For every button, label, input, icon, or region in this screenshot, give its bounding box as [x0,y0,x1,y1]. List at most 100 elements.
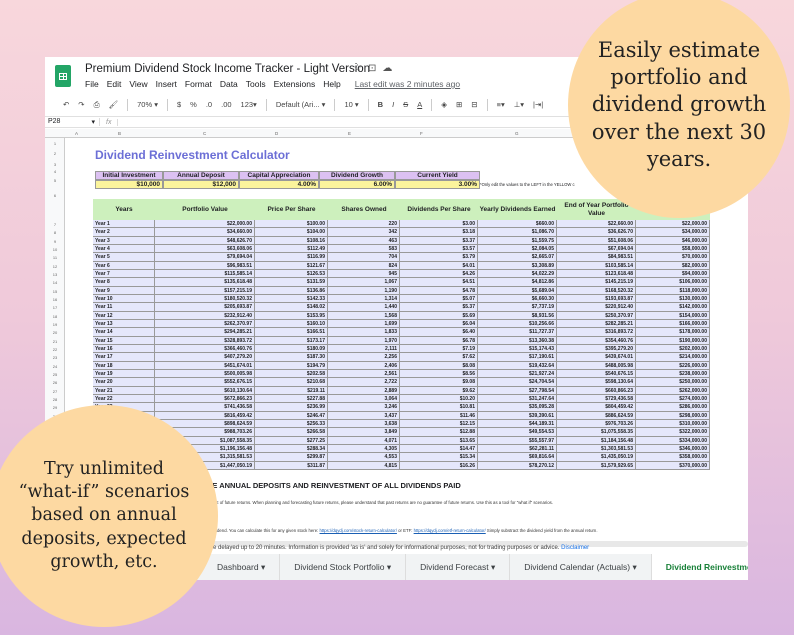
table-cell[interactable]: $4.26 [400,269,478,278]
table-cell[interactable]: $214,000.00 [636,353,710,361]
table-cell[interactable]: Year 15 [93,336,155,344]
row-number[interactable]: 23 [45,355,65,360]
row-number[interactable]: 4 [45,169,65,174]
table-cell[interactable]: $6,660.30 [478,294,557,303]
table-cell[interactable]: 1,314 [328,294,400,303]
table-cell[interactable]: $160.10 [255,319,328,328]
table-cell[interactable]: $3.57 [400,244,478,253]
table-cell[interactable]: $96,983.51 [155,261,255,269]
table-cell[interactable]: $451,674.01 [155,361,255,369]
table-cell[interactable]: $173.17 [255,336,328,344]
table-cell[interactable]: $4.51 [400,278,478,286]
table-cell[interactable]: $10.81 [400,403,478,411]
table-cell[interactable]: $4.78 [400,286,478,294]
table-cell[interactable]: $660.00 [478,220,557,228]
text-color-icon[interactable]: A [417,100,422,109]
table-cell[interactable]: $3,308.89 [478,261,557,269]
table-cell[interactable]: $804,459.42 [557,403,636,411]
row-number[interactable]: 12 [45,264,65,269]
table-cell[interactable]: $7.19 [400,344,478,353]
table-cell[interactable]: $672,866.23 [155,394,255,403]
col-c[interactable]: C [203,131,206,136]
table-cell[interactable]: $1,184,156.48 [557,436,636,444]
table-cell[interactable]: $48,626.70 [155,236,255,244]
table-cell[interactable]: Year 19 [93,369,155,378]
table-cell[interactable]: $7.62 [400,353,478,361]
menu-view[interactable]: View [129,79,147,89]
table-cell[interactable]: $11.46 [400,411,478,419]
table-cell[interactable]: 945 [328,269,400,278]
row-number[interactable]: 2 [45,151,65,156]
table-cell[interactable]: Year 1 [93,220,155,228]
row-number[interactable]: 26 [45,380,65,385]
row-number[interactable]: 22 [45,347,65,352]
table-cell[interactable]: $1,559.75 [478,236,557,244]
table-cell[interactable]: Year 13 [93,319,155,328]
bold-icon[interactable]: B [378,100,383,109]
table-cell[interactable]: $1,086.70 [478,228,557,236]
col-e[interactable]: E [348,131,351,136]
table-cell[interactable]: $310,000.00 [636,419,710,428]
menu-help[interactable]: Help [323,79,340,89]
row-number[interactable]: 6 [45,193,65,198]
table-cell[interactable]: $262,370.97 [155,319,255,328]
table-cell[interactable]: Year 18 [93,361,155,369]
table-cell[interactable]: $44,189.31 [478,419,557,428]
table-cell[interactable]: Year 8 [93,278,155,286]
table-cell[interactable]: $145,215.19 [557,278,636,286]
table-cell[interactable]: $3.18 [400,228,478,236]
table-cell[interactable]: $316,893.72 [557,328,636,336]
row-number[interactable]: 9 [45,239,65,244]
table-cell[interactable]: $27,798.54 [478,386,557,394]
table-cell[interactable]: $334,000.00 [636,436,710,444]
document-title[interactable]: Premium Dividend Stock Income Tracker - … [85,63,370,75]
table-cell[interactable]: $194.79 [255,361,328,369]
table-cell[interactable]: $69,816.64 [478,453,557,461]
table-cell[interactable]: $5.37 [400,303,478,311]
table-cell[interactable]: $282,285.21 [557,319,636,328]
table-cell[interactable]: 2,889 [328,386,400,394]
fill-color-icon[interactable]: ◈ [441,100,447,109]
menu-extensions[interactable]: Extensions [274,79,316,89]
table-cell[interactable]: 4,815 [328,461,400,469]
table-cell[interactable]: 2,722 [328,378,400,386]
sheets-logo-icon[interactable] [55,65,71,87]
table-cell[interactable]: $886,624.59 [557,411,636,419]
tab-dividend-stock-portfolio[interactable]: Dividend Stock Portfolio ▾ [280,554,407,580]
table-cell[interactable]: 583 [328,244,400,253]
font-select[interactable]: Default (Ari... ▾ [276,100,326,109]
table-cell[interactable]: 2,406 [328,361,400,369]
tab-dividend-calendar[interactable]: Dividend Calendar (Actuals) ▾ [510,554,652,580]
currency-icon[interactable]: $ [177,100,181,109]
table-cell[interactable]: $366,460.76 [155,344,255,353]
table-cell[interactable]: $3.37 [400,236,478,244]
table-cell[interactable]: $15.34 [400,453,478,461]
table-cell[interactable]: 342 [328,228,400,236]
table-cell[interactable]: 3,638 [328,419,400,428]
table-cell[interactable]: $131.59 [255,278,328,286]
table-cell[interactable]: 1,190 [328,286,400,294]
menu-format[interactable]: Format [185,79,212,89]
table-cell[interactable]: $100.00 [255,220,328,228]
table-cell[interactable]: Year 17 [93,353,155,361]
col-d[interactable]: D [275,131,278,136]
table-cell[interactable]: $166,000.00 [636,319,710,328]
table-cell[interactable]: 3,064 [328,394,400,403]
table-cell[interactable]: $13,360.38 [478,336,557,344]
table-cell[interactable]: $193,693.87 [557,294,636,303]
tab-dashboard[interactable]: Dashboard ▾ [203,554,281,580]
table-cell[interactable]: $816,459.42 [155,411,255,419]
table-cell[interactable]: $9.08 [400,378,478,386]
decrease-decimal-icon[interactable]: .0 [206,100,212,109]
table-cell[interactable]: $15,174.43 [478,344,557,353]
table-cell[interactable]: $168,520.32 [557,286,636,294]
table-cell[interactable]: $238,000.00 [636,369,710,378]
table-cell[interactable]: Year 11 [93,303,155,311]
align-icon[interactable]: ≡▾ [497,100,505,109]
strikethrough-icon[interactable]: S [403,100,408,109]
row-number[interactable]: 16 [45,297,65,302]
table-cell[interactable]: 824 [328,261,400,269]
table-cell[interactable]: $3.79 [400,253,478,261]
table-cell[interactable]: $115,585.14 [155,269,255,278]
table-cell[interactable]: $976,703.26 [557,419,636,428]
